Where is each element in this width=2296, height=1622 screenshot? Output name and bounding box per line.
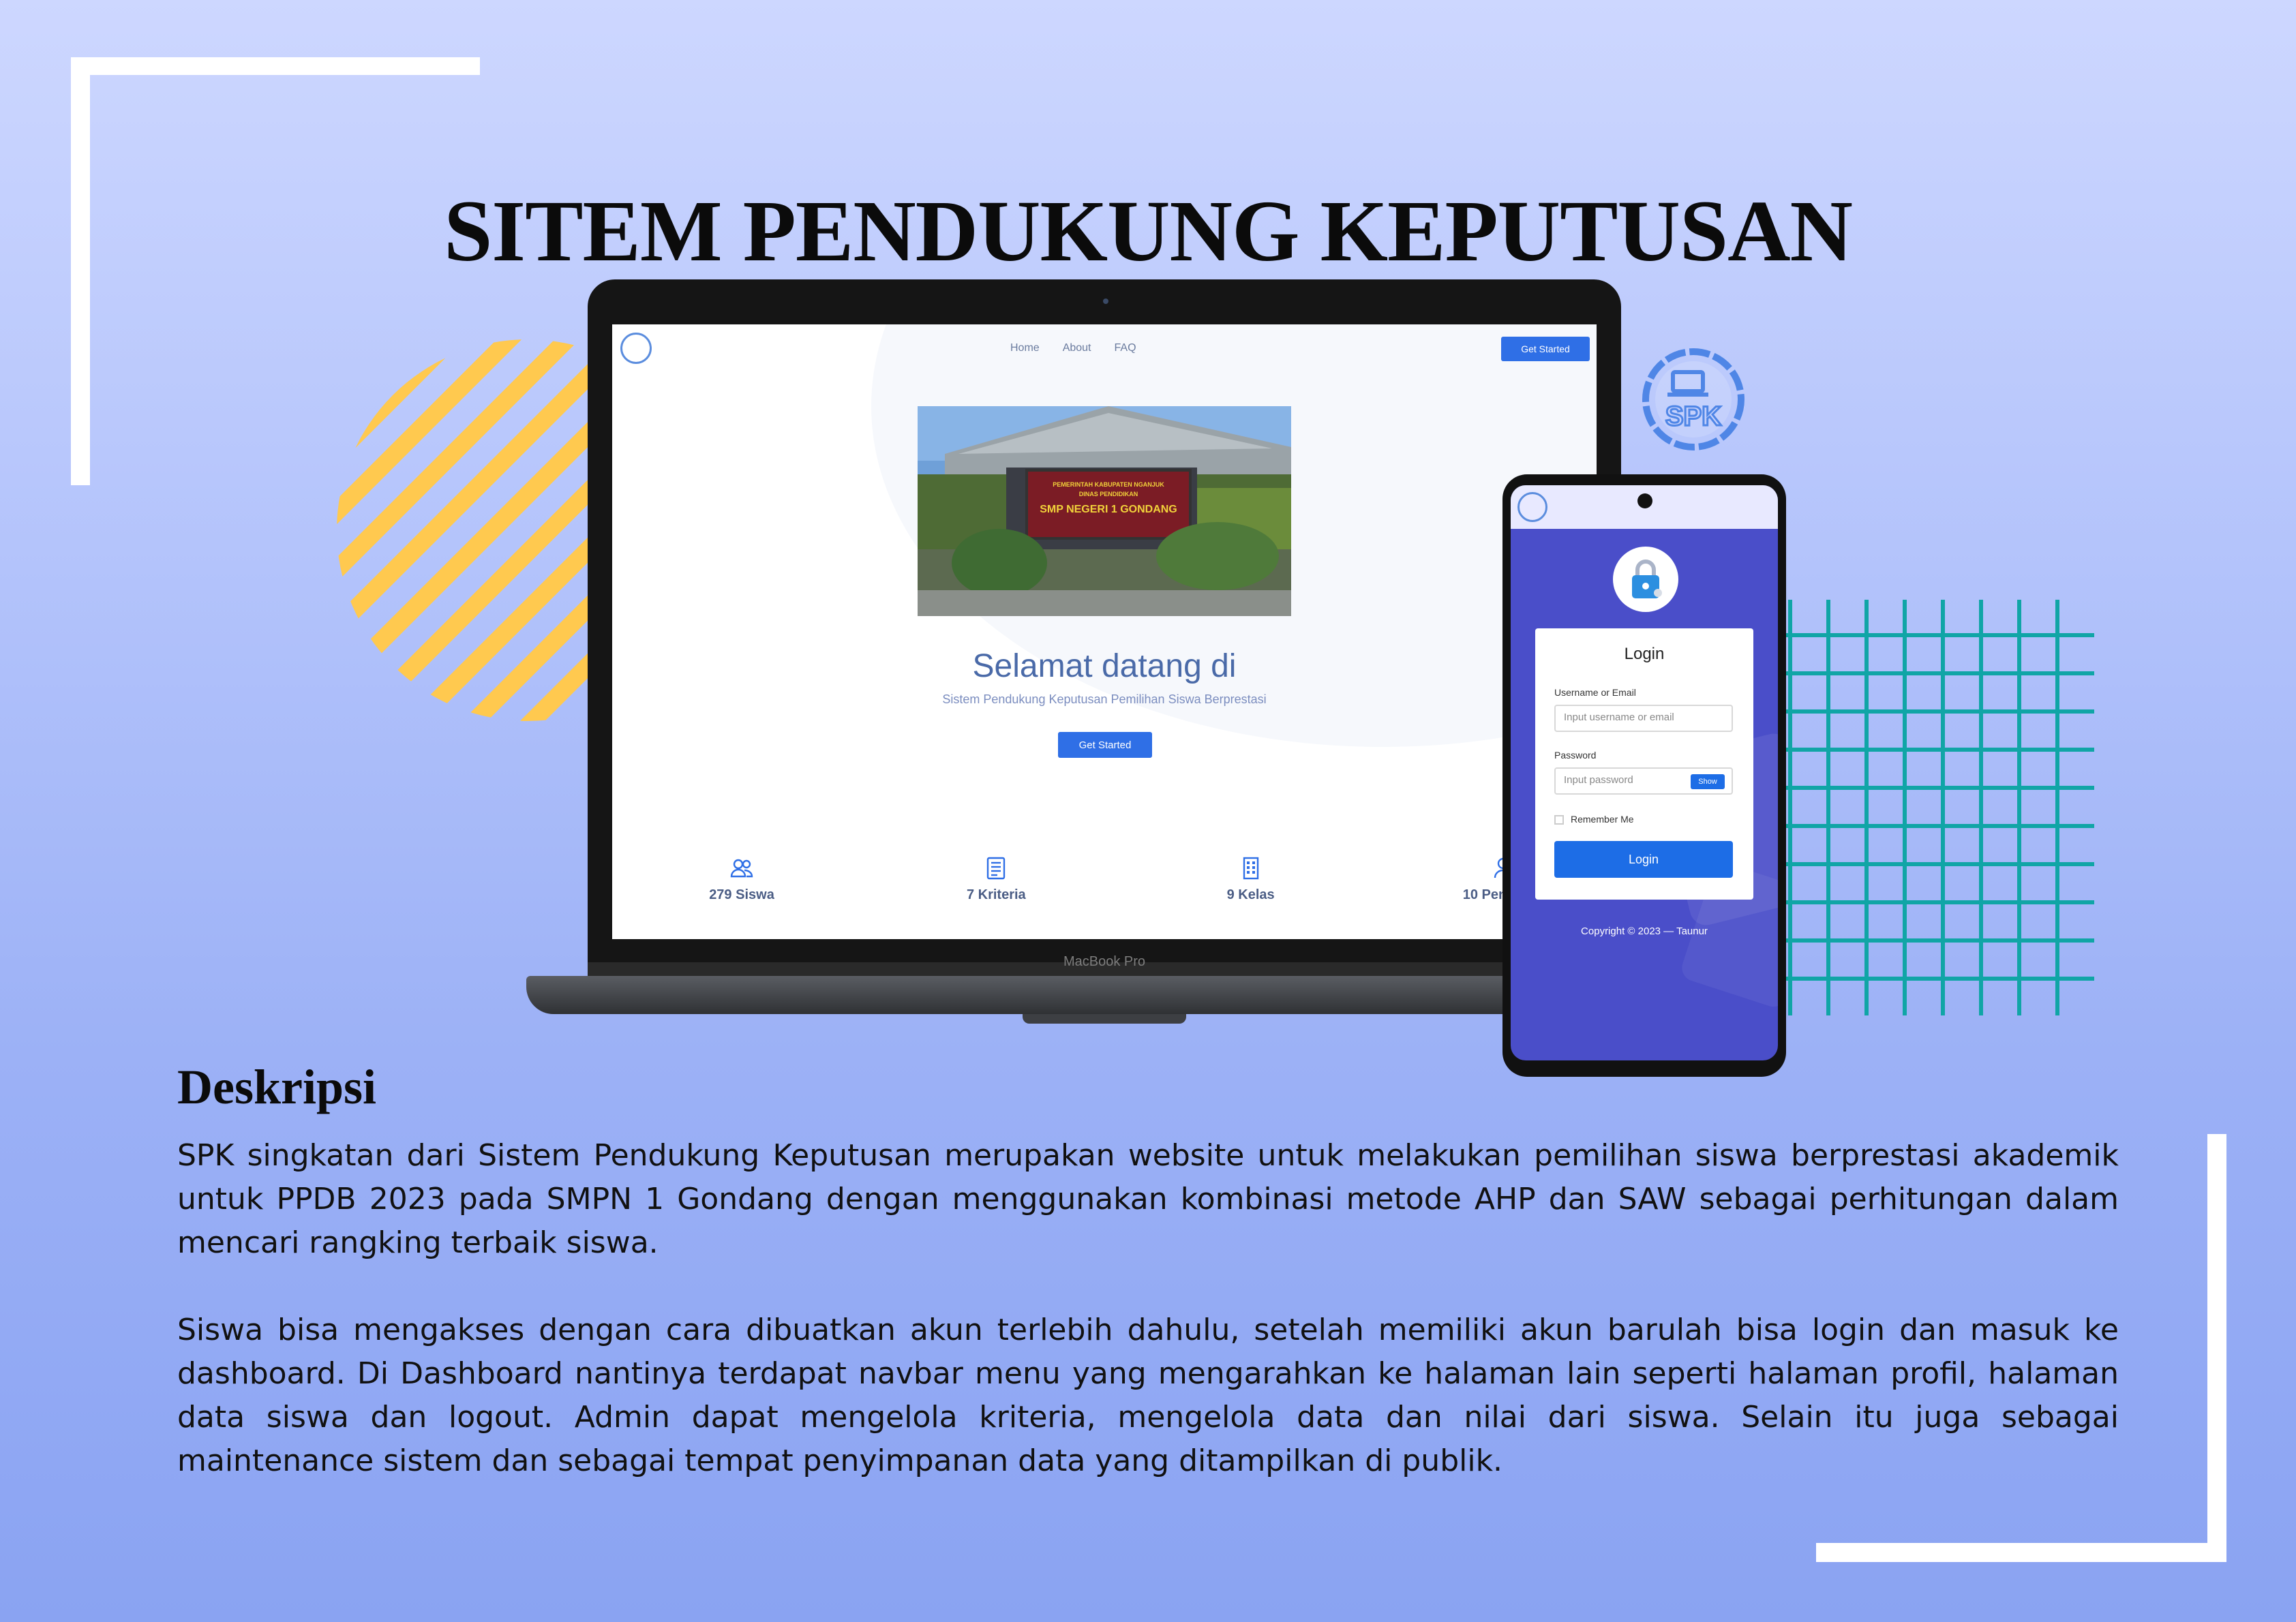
stat-siswa: 279 Siswa — [680, 856, 803, 903]
grid-decoration — [1772, 600, 2094, 1015]
description-paragraph-2: Siswa bisa mengakses dengan cara dibuatk… — [177, 1313, 2119, 1478]
username-placeholder: Input username or email — [1564, 711, 1674, 723]
get-started-hero-button[interactable]: Get Started — [1058, 732, 1152, 758]
stat-kriteria: 7 Kriteria — [935, 856, 1057, 903]
password-label: Password — [1554, 750, 1597, 761]
phone-camera — [1637, 493, 1652, 508]
lock-icon — [1632, 560, 1662, 598]
building-icon — [1243, 857, 1258, 880]
nav-about[interactable]: About — [1063, 342, 1091, 354]
show-password-button[interactable]: Show — [1691, 774, 1725, 789]
get-started-top-button[interactable]: Get Started — [1501, 337, 1590, 361]
laptop-screen: Home About FAQ Get Started PEMERINTAH KA… — [612, 324, 1597, 939]
page-title: SITEM PENDUKUNG KEPUTUSAN — [444, 182, 1853, 279]
hero-subtitle: Sistem Pendukung Keputusan Pemilihan Sis… — [942, 692, 1267, 706]
hero-title: Selamat datang di — [972, 648, 1237, 684]
copyright-text: Copyright © 2023 — Taunur — [1581, 925, 1708, 937]
login-title: Login — [1624, 645, 1665, 663]
login-card: Login Username or Email Input username o… — [1535, 628, 1753, 900]
site-nav: Home About FAQ — [1010, 342, 1136, 354]
stats-row: 279 Siswa 7 Kriteria 9 Kelas 10 Pengguna — [680, 856, 1567, 903]
phone-logo-icon — [1517, 492, 1547, 522]
stat-kelas-label: 9 Kelas — [1226, 887, 1275, 902]
password-input[interactable]: Input password Show — [1554, 767, 1733, 795]
lock-avatar — [1613, 547, 1678, 612]
description-heading: Deskripsi — [177, 1060, 377, 1114]
stat-kriteria-label: 7 Kriteria — [966, 887, 1026, 902]
users-icon — [730, 859, 753, 878]
frame-corner-bottom-right-vertical — [2207, 1134, 2226, 1562]
nav-faq[interactable]: FAQ — [1115, 342, 1136, 354]
remember-me-checkbox[interactable] — [1554, 815, 1564, 825]
spk-logo-icon: SPK — [1642, 348, 1744, 450]
laptop-camera — [1103, 299, 1108, 304]
password-placeholder: Input password — [1564, 774, 1633, 786]
frame-corner-bottom-right — [1816, 1543, 2226, 1562]
spk-logo-text: SPK — [1665, 401, 1721, 431]
laptop-notch — [1023, 1014, 1186, 1024]
laptop-brand-label: MacBook Pro — [1063, 954, 1146, 969]
stat-kelas: 9 Kelas — [1190, 856, 1312, 903]
photo-sign-line1: PEMERINTAH KABUPATEN NGANJUK — [1053, 481, 1164, 488]
frame-corner-top-left — [71, 57, 480, 75]
remember-me-label: Remember Me — [1571, 814, 1634, 825]
school-sign-photo: PEMERINTAH KABUPATEN NGANJUK DINAS PENDI… — [918, 406, 1291, 616]
document-icon — [987, 857, 1006, 880]
username-label: Username or Email — [1554, 687, 1636, 698]
photo-sign-school: SMP NEGERI 1 GONDANG — [1040, 504, 1177, 515]
site-logo-icon[interactable] — [620, 333, 652, 364]
nav-home[interactable]: Home — [1010, 342, 1040, 354]
username-input[interactable]: Input username or email — [1554, 705, 1733, 732]
photo-sign-line2: DINAS PENDIDIKAN — [1079, 491, 1138, 498]
stat-siswa-label: 279 Siswa — [709, 887, 774, 902]
phone-screen: Login Username or Email Input username o… — [1511, 485, 1778, 1060]
description-paragraph-1: SPK singkatan dari Sistem Pendukung Kepu… — [177, 1138, 2119, 1260]
login-button[interactable]: Login — [1554, 841, 1733, 878]
